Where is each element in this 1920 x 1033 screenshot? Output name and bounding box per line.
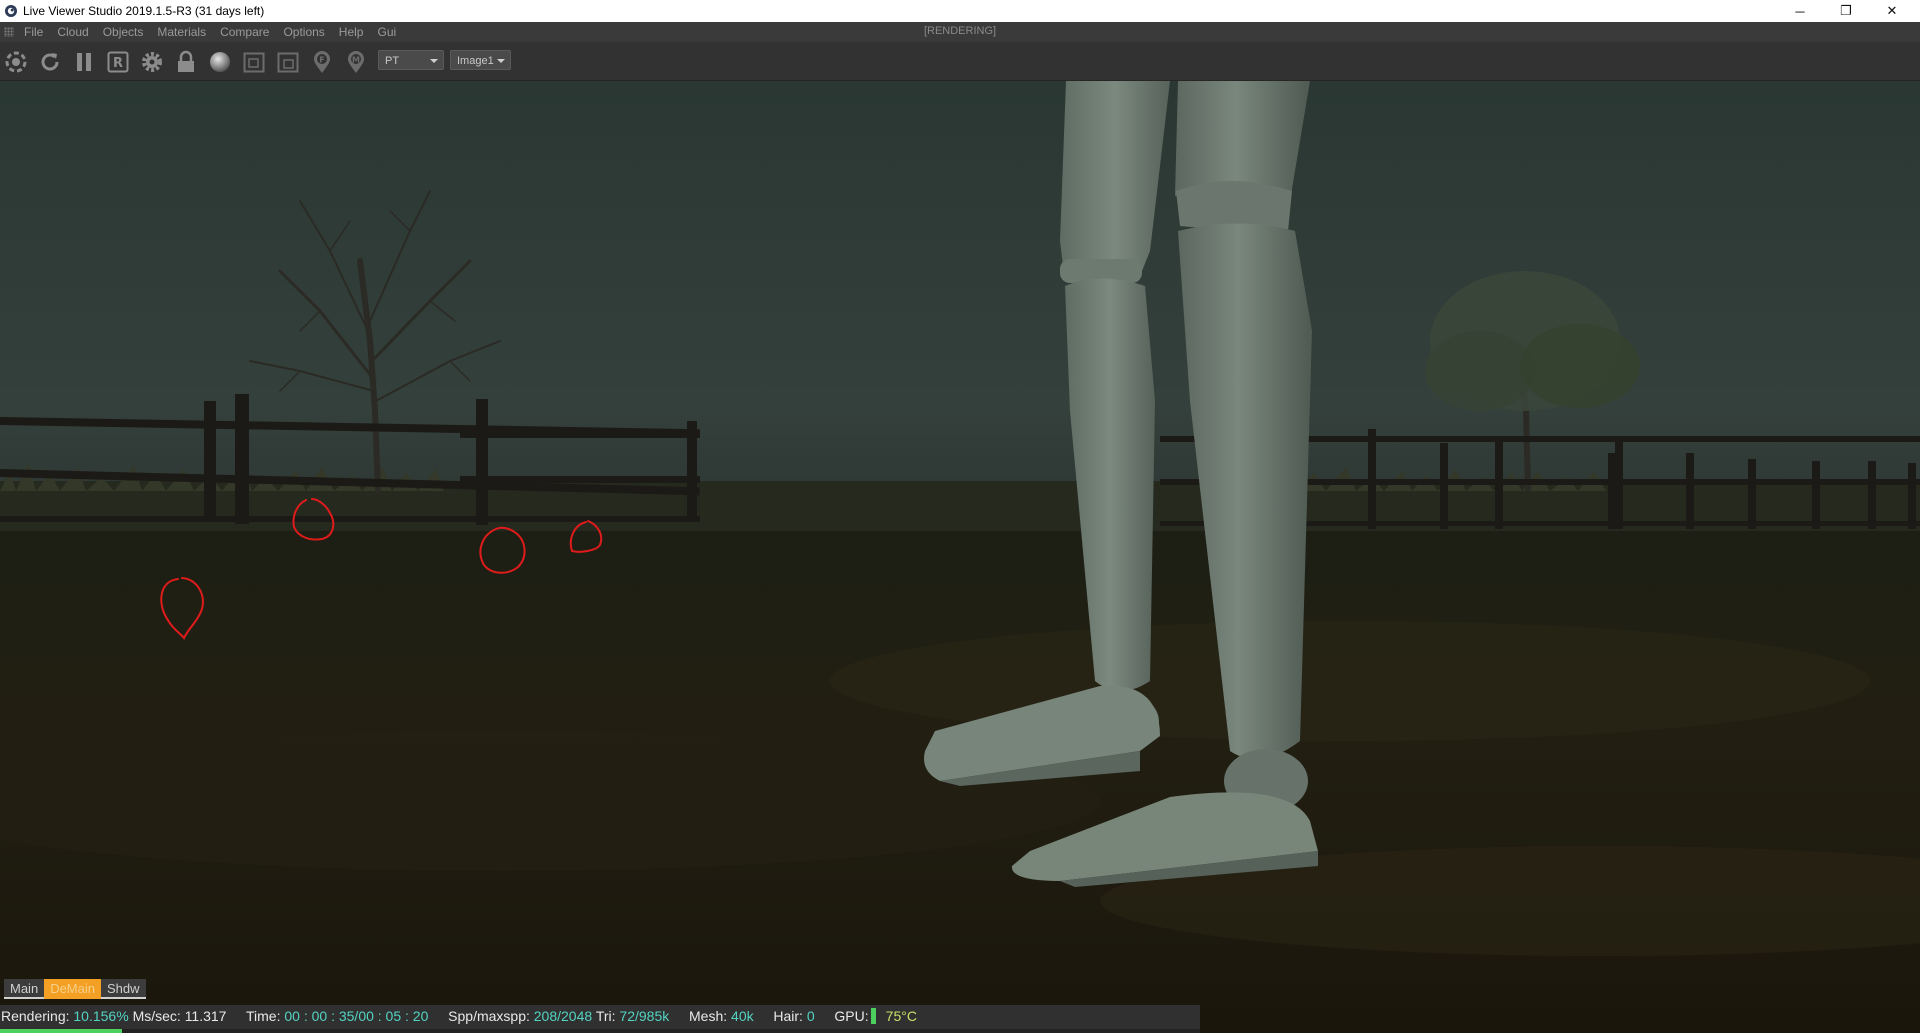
- region-icon: [243, 52, 265, 73]
- rendering-label: Rendering:: [1, 1008, 70, 1024]
- aperture-button[interactable]: [3, 49, 29, 75]
- menu-help[interactable]: Help: [339, 25, 364, 39]
- close-button[interactable]: ✕: [1869, 0, 1915, 22]
- material-preview-button[interactable]: [207, 49, 233, 75]
- menu-objects[interactable]: Objects: [103, 25, 144, 39]
- tab-main[interactable]: Main: [4, 979, 45, 999]
- minimize-icon: ─: [1795, 3, 1805, 19]
- render-progress-track: [0, 1029, 1200, 1033]
- menu-options[interactable]: Options: [283, 25, 324, 39]
- restart-render-button[interactable]: [37, 49, 63, 75]
- mssec-value: 11.317: [184, 1008, 227, 1024]
- render-progress-fill: [0, 1029, 122, 1033]
- pin-f-icon: F: [314, 51, 330, 73]
- image-select[interactable]: Image1: [450, 50, 511, 70]
- hair-label: Hair:: [773, 1008, 803, 1024]
- chevron-down-icon: [430, 59, 438, 63]
- hair-value: 0: [806, 1008, 815, 1024]
- region-alt-button[interactable]: [275, 49, 301, 75]
- window-title: Live Viewer Studio 2019.1.5-R3 (31 days …: [23, 4, 265, 18]
- tri-label: Tri:: [595, 1008, 616, 1024]
- pause-icon: [77, 53, 91, 71]
- menu-bar: [RENDERING] File Cloud Objects Materials…: [0, 22, 1920, 42]
- close-icon: ✕: [1886, 3, 1898, 18]
- sphere-icon: [210, 52, 230, 72]
- pick-focus-button[interactable]: F: [309, 49, 335, 75]
- region-button[interactable]: [241, 49, 267, 75]
- render-pass-tabs: Main DeMain Shdw: [4, 979, 146, 999]
- gpu-temperature: 75°C: [885, 1008, 917, 1024]
- render-viewport[interactable]: [0, 81, 1920, 1033]
- menu-materials[interactable]: Materials: [157, 25, 206, 39]
- minimize-button[interactable]: ─: [1777, 0, 1823, 22]
- restore-icon: ❐: [1840, 3, 1852, 18]
- time-label: Time:: [246, 1008, 281, 1024]
- menu-cloud[interactable]: Cloud: [57, 25, 88, 39]
- restore-button[interactable]: ❐: [1823, 0, 1869, 22]
- status-bar: Rendering: 10.156% Ms/sec: 11.317 Time: …: [0, 1005, 1200, 1029]
- lock-button[interactable]: [173, 49, 199, 75]
- chevron-down-icon: [497, 59, 505, 63]
- app-logo-icon: [5, 5, 17, 17]
- menu-compare[interactable]: Compare: [220, 25, 269, 39]
- menu-file[interactable]: File: [24, 25, 43, 39]
- gpu-label: GPU:: [834, 1008, 869, 1024]
- pin-m-icon: M: [348, 51, 364, 73]
- tri-value: 72/985k: [619, 1008, 670, 1024]
- pin-m-letter: M: [352, 56, 360, 65]
- refresh-icon: [41, 53, 59, 71]
- render-region-button[interactable]: R: [105, 49, 131, 75]
- render-image: [0, 81, 1920, 1033]
- pause-button[interactable]: [71, 49, 97, 75]
- settings-button[interactable]: [139, 49, 165, 75]
- gear-icon: [142, 52, 162, 72]
- kernel-select-value: PT: [385, 55, 400, 67]
- pick-material-button[interactable]: M: [343, 49, 369, 75]
- tab-demain[interactable]: DeMain: [44, 979, 101, 999]
- pin-f-letter: F: [319, 56, 324, 65]
- toolbar: R F M PT Image1: [0, 42, 1920, 81]
- time-value: 00 : 00 : 35/00 : 05 : 20: [284, 1008, 429, 1024]
- r-icon-letter: R: [113, 56, 123, 71]
- menu-gui[interactable]: Gui: [377, 25, 396, 39]
- gpu-usage-bar: [870, 1008, 876, 1024]
- kernel-select[interactable]: PT: [378, 50, 444, 70]
- mesh-label: Mesh:: [689, 1008, 728, 1024]
- aperture-icon: [5, 51, 27, 73]
- title-bar: Live Viewer Studio 2019.1.5-R3 (31 days …: [0, 0, 1920, 22]
- r-icon: R: [107, 51, 129, 73]
- region-alt-icon: [277, 52, 299, 73]
- tab-shdw[interactable]: Shdw: [100, 979, 146, 999]
- rendering-value: 10.156%: [73, 1008, 129, 1024]
- mesh-value: 40k: [731, 1008, 754, 1024]
- mssec-label: Ms/sec:: [132, 1008, 181, 1024]
- spp-value: 208/2048: [533, 1008, 593, 1024]
- image-select-value: Image1: [457, 55, 494, 67]
- spp-label: Spp/maxspp:: [448, 1008, 530, 1024]
- lock-icon: [178, 50, 194, 72]
